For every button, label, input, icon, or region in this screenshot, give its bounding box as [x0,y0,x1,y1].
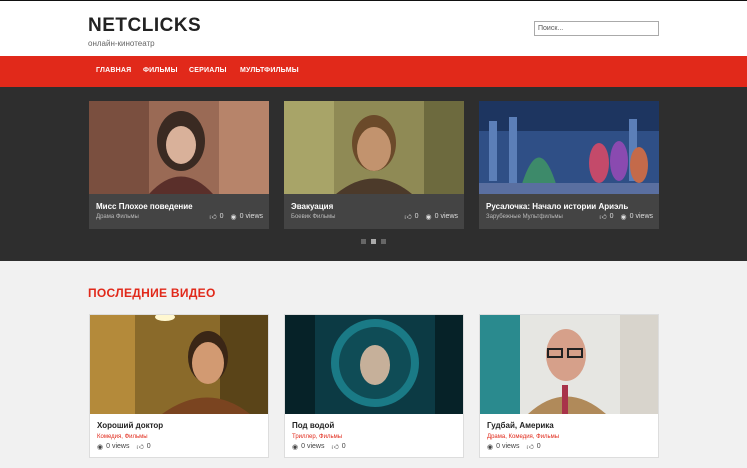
video-card[interactable]: Гудбай, Америка Драма, Комедия, Фильмы ◉… [479,314,659,458]
nav-item-cartoons[interactable]: МУЛЬТФИЛЬМЫ [240,67,299,74]
eye-icon: ◉ [425,213,432,221]
view-count: 0 views [496,443,520,450]
eye-icon: ◉ [97,443,104,451]
slide-item[interactable]: Русалочка: Начало истории Ариэль Зарубеж… [479,101,659,229]
like-count: 0 [536,443,541,450]
like-count: 0 [341,443,346,450]
eye-icon: ◉ [292,443,299,451]
video-card[interactable]: Под водой Триллер, Фильмы ◉ 0 views 👍︎ 0 [284,314,464,458]
slide-categories[interactable]: Зарубежные Мультфильмы [486,214,563,220]
site-logo[interactable]: NETCLICKS [88,15,201,37]
slide-stats: 👍︎ 0 ◉ 0 views [209,212,263,221]
video-thumbnail[interactable] [285,315,463,414]
like-count: 0 [146,443,151,450]
slide-title[interactable]: Эвакуация [291,202,333,211]
featured-slider: Мисс Плохое поведение Драма Фильмы 👍︎ 0 … [0,87,747,261]
video-categories[interactable]: Комедия, Фильмы [97,434,148,440]
main-nav: ГЛАВНАЯ ФИЛЬМЫ СЕРИАЛЫ МУЛЬТФИЛЬМЫ [0,56,747,87]
view-count: 0 views [434,213,458,220]
like-count: 0 [609,213,614,220]
slide-thumbnail[interactable] [284,101,464,194]
latest-videos-heading: ПОСЛЕДНИЕ ВИДЕО [88,286,216,300]
site-tagline: онлайн-кинотеатр [88,39,155,48]
site-header: NETCLICKS онлайн-кинотеатр [0,1,747,56]
slide-stats: 👍︎ 0 ◉ 0 views [404,212,458,221]
thumbs-up-icon[interactable]: 👍︎ [209,212,216,221]
view-count: 0 views [629,213,653,220]
nav-item-films[interactable]: ФИЛЬМЫ [143,67,178,74]
thumbs-up-icon[interactable]: 👍︎ [331,442,338,451]
video-stats: ◉ 0 views 👍︎ 0 [292,442,346,451]
slide-categories[interactable]: Драма Фильмы [96,214,139,220]
video-categories[interactable]: Драма, Комедия, Фильмы [487,434,559,440]
slider-dot[interactable] [361,239,366,244]
slide-item[interactable]: Мисс Плохое поведение Драма Фильмы 👍︎ 0 … [89,101,269,229]
video-thumbnail[interactable] [480,315,658,414]
search-input[interactable] [534,21,659,36]
video-stats: ◉ 0 views 👍︎ 0 [97,442,151,451]
slider-dot[interactable] [381,239,386,244]
view-count: 0 views [106,443,130,450]
slide-title[interactable]: Мисс Плохое поведение [96,202,193,211]
video-thumbnail[interactable] [90,315,268,414]
thumbs-up-icon[interactable]: 👍︎ [526,442,533,451]
video-card[interactable]: Хороший доктор Комедия, Фильмы ◉ 0 views… [89,314,269,458]
like-count: 0 [414,213,419,220]
nav-item-home[interactable]: ГЛАВНАЯ [96,67,131,74]
view-count: 0 views [239,213,263,220]
slider-dot-active[interactable] [371,239,376,244]
video-title[interactable]: Хороший доктор [97,421,163,430]
video-title[interactable]: Под водой [292,421,334,430]
thumbs-up-icon[interactable]: 👍︎ [136,442,143,451]
like-count: 0 [219,213,224,220]
slide-stats: 👍︎ 0 ◉ 0 views [599,212,653,221]
thumbs-up-icon[interactable]: 👍︎ [404,212,411,221]
slide-thumbnail[interactable] [89,101,269,194]
video-categories[interactable]: Триллер, Фильмы [292,434,342,440]
eye-icon: ◉ [230,213,237,221]
nav-item-series[interactable]: СЕРИАЛЫ [189,67,227,74]
slide-categories[interactable]: Боевик Фильмы [291,214,335,220]
eye-icon: ◉ [620,213,627,221]
slide-thumbnail[interactable] [479,101,659,194]
view-count: 0 views [301,443,325,450]
eye-icon: ◉ [487,443,494,451]
video-title[interactable]: Гудбай, Америка [487,421,554,430]
thumbs-up-icon[interactable]: 👍︎ [599,212,606,221]
slide-item[interactable]: Эвакуация Боевик Фильмы 👍︎ 0 ◉ 0 views [284,101,464,229]
slide-title[interactable]: Русалочка: Начало истории Ариэль [486,202,628,211]
video-stats: ◉ 0 views 👍︎ 0 [487,442,541,451]
